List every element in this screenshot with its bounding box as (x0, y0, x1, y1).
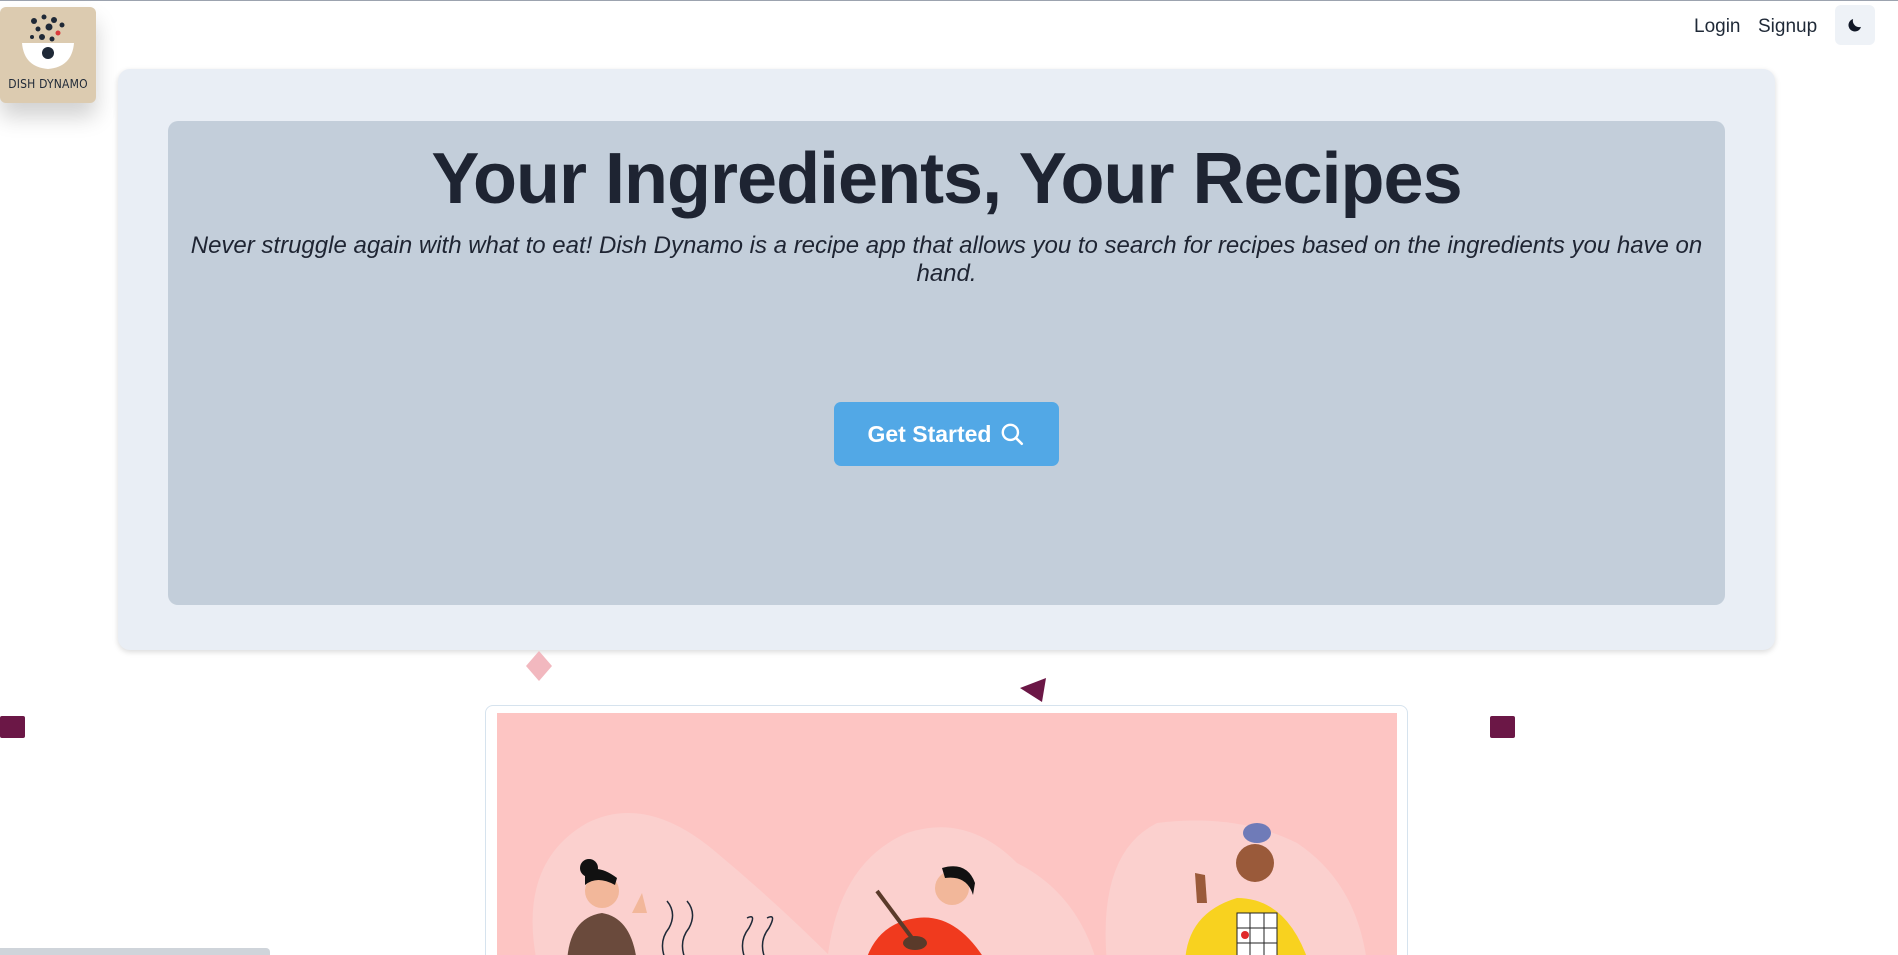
status-bar (0, 948, 270, 955)
theme-toggle-button[interactable] (1835, 5, 1875, 45)
moon-icon (1848, 19, 1861, 32)
diamond-shape (526, 651, 552, 681)
get-started-button[interactable]: Get Started (834, 402, 1059, 466)
bowl-icon (22, 14, 74, 69)
get-started-label: Get Started (867, 420, 992, 447)
logo-text: DISH DYNAMO (8, 77, 88, 91)
hero-subtitle: Never struggle again with what to eat! D… (190, 232, 1703, 287)
login-link[interactable]: Login (1694, 16, 1741, 38)
top-border (0, 0, 1898, 1)
square-shape-left (0, 716, 25, 738)
square-shape-right (1490, 716, 1515, 738)
cooking-illustration (497, 713, 1397, 955)
search-icon (1002, 423, 1024, 446)
logo[interactable]: DISH DYNAMO (0, 7, 96, 103)
triangle-shape (1020, 678, 1046, 702)
hero-title: Your Ingredients, Your Recipes (431, 139, 1462, 219)
signup-link[interactable]: Signup (1758, 16, 1817, 38)
